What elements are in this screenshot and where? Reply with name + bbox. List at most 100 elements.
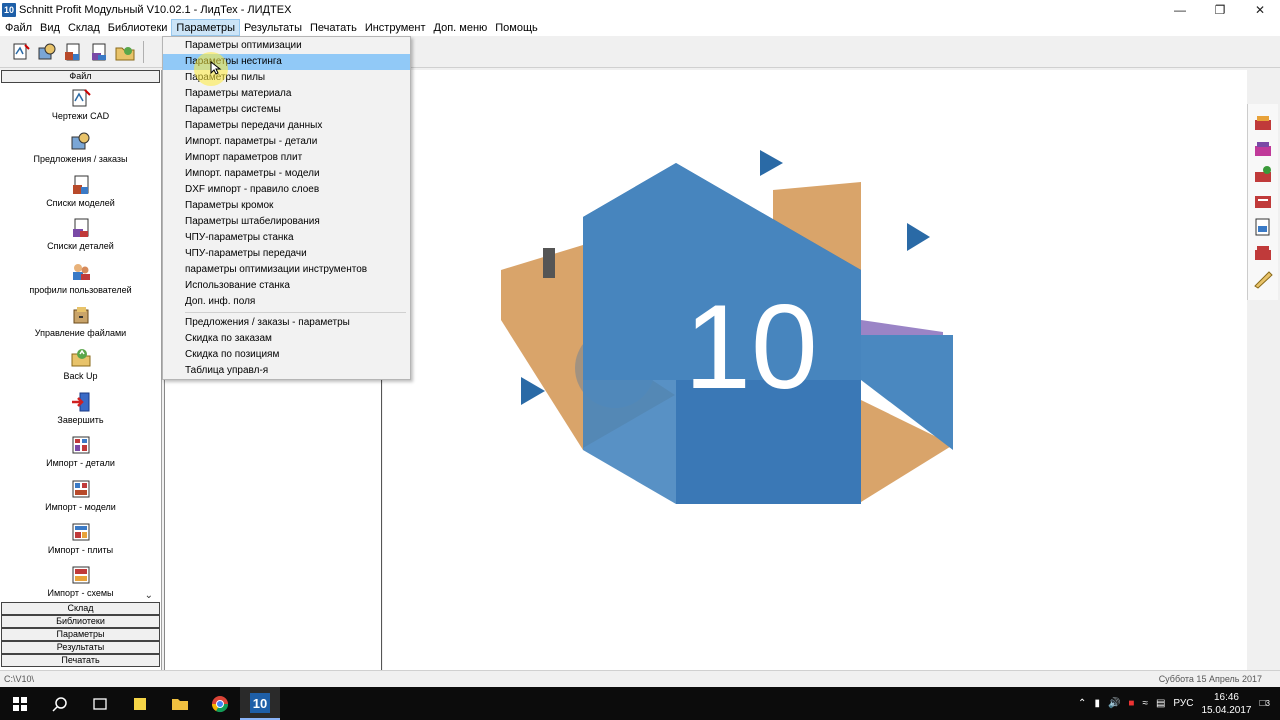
toolbar-models-button[interactable]	[62, 41, 84, 63]
menu-item-order-discount[interactable]: Скидка по заказам	[163, 331, 410, 347]
nav-item-label: Завершить	[57, 414, 104, 425]
menu-item-tool-optimization-params[interactable]: параметры оптимизации инструментов	[163, 262, 410, 278]
taskbar-explorer-app[interactable]	[160, 687, 200, 720]
bottom-groups: Склад Библиотеки Параметры Результаты Пе…	[0, 602, 161, 667]
menu-item-control-table[interactable]: Таблица управл-я	[163, 363, 410, 379]
scroll-down-icon[interactable]: ⌄	[145, 590, 153, 601]
toolbar-parts-button[interactable]	[88, 41, 110, 63]
menu-item-system-params[interactable]: Параметры системы	[163, 102, 410, 118]
toolbar-files-button[interactable]	[114, 41, 136, 63]
restore-button[interactable]: ❐	[1200, 0, 1240, 19]
battery-icon[interactable]: ▮	[1094, 698, 1100, 709]
nav-item-import-parts[interactable]: Импорт - детали	[0, 430, 161, 473]
parts-list-icon	[92, 43, 106, 61]
toolbar-cad-button[interactable]	[10, 41, 32, 63]
report-green-icon[interactable]	[1252, 164, 1274, 186]
menu-item-edge-params[interactable]: Параметры кромок	[163, 198, 410, 214]
tray-overflow-icon[interactable]: ⌃	[1078, 698, 1086, 709]
menu-item-material-params[interactable]: Параметры материала	[163, 86, 410, 102]
taskbar-chrome-app[interactable]	[200, 687, 240, 720]
menu-help[interactable]: Помощь	[491, 19, 542, 36]
menu-item-orders-params[interactable]: Предложения / заказы - параметры	[163, 315, 410, 331]
volume-icon[interactable]: 🔊	[1108, 698, 1120, 709]
menu-item-position-discount[interactable]: Скидка по позициям	[163, 347, 410, 363]
menu-item-import-models-params[interactable]: Импорт. параметры - модели	[163, 166, 410, 182]
orders-icon	[71, 132, 89, 150]
tape-measure-icon[interactable]	[1252, 268, 1274, 290]
title-bar: 10 Schnitt Profit Модульный V10.02.1 - Л…	[0, 0, 1280, 19]
backup-folder-icon	[71, 349, 90, 367]
wifi-icon[interactable]: ≈	[1142, 698, 1148, 709]
nav-item-backup[interactable]: Back Up	[0, 343, 161, 386]
menu-item-cnc-machine-params[interactable]: ЧПУ-параметры станка	[163, 230, 410, 246]
group-header-file[interactable]: Файл	[1, 70, 160, 83]
nav-item-model-lists[interactable]: Списки моделей	[0, 170, 161, 213]
clock[interactable]: 16:46 15.04.2017	[1201, 691, 1251, 717]
menu-results[interactable]: Результаты	[240, 19, 306, 36]
menu-item-data-transfer-params[interactable]: Параметры передачи данных	[163, 118, 410, 134]
language-indicator[interactable]: РУС	[1173, 698, 1193, 709]
group-header-warehouse[interactable]: Склад	[1, 602, 160, 615]
report-stack-icon[interactable]	[1252, 190, 1274, 212]
nav-item-user-profiles[interactable]: профили пользователей	[0, 257, 161, 300]
nav-item-import-models[interactable]: Импорт - модели	[0, 474, 161, 517]
nav-item-label: Импорт - плиты	[47, 544, 114, 555]
group-header-results[interactable]: Результаты	[1, 641, 160, 654]
status-path: C:\V10\	[4, 674, 35, 684]
report-purple-icon[interactable]	[1252, 138, 1274, 160]
menu-item-cnc-transfer-params[interactable]: ЧПУ-параметры передачи	[163, 246, 410, 262]
import-models-icon	[72, 480, 89, 498]
menu-item-dxf-layer-rules[interactable]: DXF импорт - правило слоев	[163, 182, 410, 198]
menu-item-optimization-params[interactable]: Параметры оптимизации	[163, 38, 410, 54]
nav-item-orders[interactable]: Предложения / заказы	[0, 126, 161, 169]
cad-drawing-icon	[13, 43, 30, 60]
network-icon[interactable]: ▤	[1156, 698, 1165, 709]
menu-item-import-parts-params[interactable]: Импорт. параметры - детали	[163, 134, 410, 150]
status-date: Суббота 15 Апрель 2017	[1158, 674, 1262, 684]
nav-item-import-schemes[interactable]: Импорт - схемы	[0, 560, 161, 603]
group-header-parameters[interactable]: Параметры	[1, 628, 160, 641]
menu-extra[interactable]: Доп. меню	[430, 19, 492, 36]
group-header-libraries[interactable]: Библиотеки	[1, 615, 160, 628]
close-button[interactable]: ✕	[1240, 0, 1280, 19]
nav-item-exit[interactable]: Завершить	[0, 387, 161, 430]
search-button[interactable]	[40, 687, 80, 720]
minimize-button[interactable]: —	[1160, 0, 1200, 19]
right-tool-panel	[1247, 104, 1278, 300]
menu-item-stacking-params[interactable]: Параметры штабелирования	[163, 214, 410, 230]
start-button[interactable]	[0, 687, 40, 720]
nav-item-part-lists[interactable]: Списки деталей	[0, 213, 161, 256]
clock-date: 15.04.2017	[1201, 704, 1252, 716]
menu-tools[interactable]: Инструмент	[361, 19, 430, 36]
nav-item-file-management[interactable]: Управление файлами	[0, 300, 161, 343]
menu-warehouse[interactable]: Склад	[64, 19, 104, 36]
parameters-dropdown-menu: Параметры оптимизации Параметры нестинга…	[162, 36, 411, 380]
nav-item-import-boards[interactable]: Импорт - плиты	[0, 517, 161, 560]
toolbar-orders-button[interactable]	[36, 41, 58, 63]
exit-icon	[71, 392, 89, 412]
menu-libraries[interactable]: Библиотеки	[104, 19, 172, 36]
model-list-icon	[65, 43, 80, 61]
report-doc-icon[interactable]	[1252, 216, 1274, 238]
menu-print[interactable]: Печатать	[306, 19, 361, 36]
orders-icon	[38, 43, 56, 60]
task-view-button[interactable]	[80, 687, 120, 720]
menu-view[interactable]: Вид	[36, 19, 64, 36]
menu-item-extra-info-fields[interactable]: Доп. инф. поля	[163, 294, 410, 310]
menu-parameters[interactable]: Параметры	[171, 19, 241, 36]
group-header-print[interactable]: Печатать	[1, 654, 160, 667]
system-tray: ⌃ ▮ 🔊 ■ ≈ ▤ РУС 16:46 15.04.2017 □ 3	[1078, 687, 1280, 720]
nav-item-cad-drawings[interactable]: Чертежи CAD	[0, 83, 161, 126]
taskbar-schnitt-app[interactable]: 10	[240, 687, 280, 720]
menu-file[interactable]: Файл	[1, 19, 36, 36]
windows-logo-icon	[13, 696, 27, 711]
menu-bar: Файл Вид Склад Библиотеки Параметры Резу…	[0, 19, 1280, 36]
menu-item-machine-usage[interactable]: Использование станка	[163, 278, 410, 294]
report-red-icon[interactable]	[1252, 242, 1274, 264]
menu-separator	[185, 312, 406, 313]
group-items-file: Чертежи CAD Предложения / заказы Списки …	[0, 83, 161, 605]
taskbar-notes-app[interactable]	[120, 687, 160, 720]
report-box-icon[interactable]	[1252, 112, 1274, 134]
antivirus-icon[interactable]: ■	[1128, 698, 1134, 709]
menu-item-import-boards-params[interactable]: Импорт параметров плит	[163, 150, 410, 166]
